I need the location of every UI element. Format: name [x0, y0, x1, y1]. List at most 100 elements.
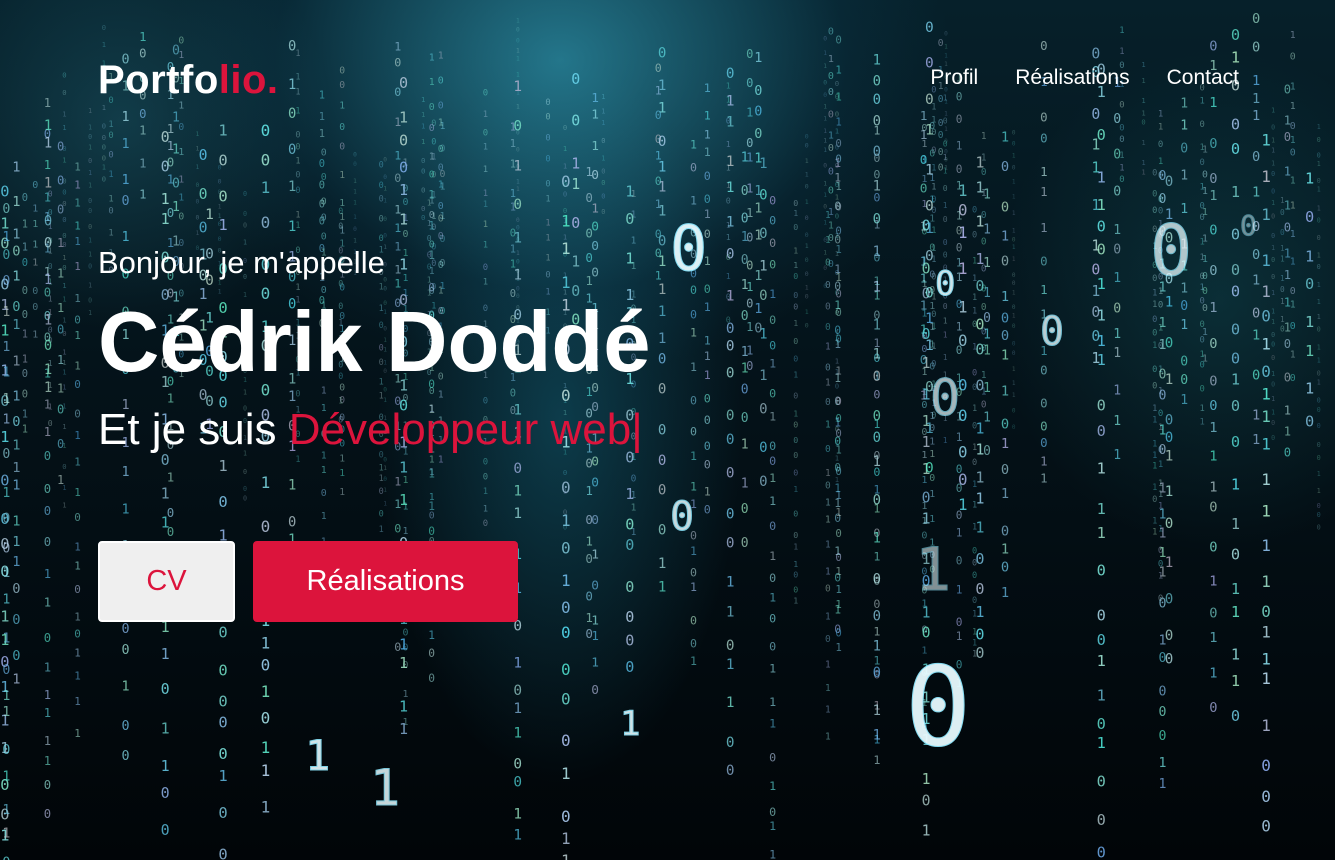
svg-text:1: 1: [1290, 300, 1296, 311]
svg-text:1: 1: [1012, 244, 1016, 251]
svg-text:0: 0: [1119, 175, 1124, 185]
svg-text:1: 1: [399, 697, 408, 715]
svg-text:0: 0: [690, 614, 697, 628]
svg-text:1: 1: [1159, 507, 1167, 522]
svg-text:1: 1: [88, 251, 92, 259]
svg-text:0: 0: [625, 516, 634, 534]
svg-text:0: 0: [769, 519, 776, 533]
svg-text:0: 0: [22, 285, 28, 297]
svg-text:0: 0: [218, 804, 227, 822]
svg-text:1: 1: [74, 646, 81, 659]
svg-text:0: 0: [438, 163, 444, 174]
svg-text:1: 1: [545, 219, 550, 229]
nav-link-realisations[interactable]: Réalisations: [1015, 66, 1129, 89]
svg-text:1: 1: [625, 485, 634, 503]
svg-text:1: 1: [1305, 169, 1314, 187]
svg-text:1: 1: [929, 437, 935, 448]
svg-text:1: 1: [1317, 281, 1321, 289]
svg-text:1: 1: [161, 645, 170, 663]
svg-text:0: 0: [62, 188, 66, 197]
svg-text:1: 1: [1097, 524, 1106, 542]
svg-text:1: 1: [1284, 425, 1291, 439]
svg-text:0: 0: [793, 271, 798, 281]
svg-text:1: 1: [1012, 210, 1016, 217]
svg-text:1: 1: [12, 477, 20, 493]
svg-text:0: 0: [793, 508, 798, 518]
cv-button[interactable]: CV: [98, 541, 235, 622]
svg-text:1: 1: [741, 361, 749, 376]
svg-text:1: 1: [513, 483, 522, 499]
svg-text:0: 0: [793, 290, 798, 300]
svg-text:0: 0: [57, 323, 64, 337]
svg-text:0: 0: [823, 203, 827, 210]
svg-text:0: 0: [74, 378, 81, 391]
svg-text:0: 0: [981, 237, 987, 248]
svg-text:1: 1: [122, 679, 130, 694]
nav-link-contact[interactable]: Contact: [1167, 66, 1239, 89]
svg-text:1: 1: [1231, 476, 1240, 494]
svg-text:1: 1: [2, 340, 10, 355]
svg-text:0: 0: [835, 627, 841, 640]
svg-text:1: 1: [1097, 168, 1106, 186]
svg-text:0: 0: [943, 183, 948, 193]
svg-text:0: 0: [383, 174, 387, 181]
nav-link-profil[interactable]: Profil: [930, 66, 978, 89]
svg-text:1: 1: [793, 208, 798, 218]
svg-text:1: 1: [690, 326, 697, 340]
svg-text:0: 0: [2, 743, 10, 758]
svg-text:1: 1: [44, 313, 52, 329]
svg-text:0: 0: [379, 194, 384, 204]
svg-text:0: 0: [670, 494, 694, 540]
svg-text:1: 1: [483, 505, 488, 515]
svg-text:0: 0: [321, 172, 327, 183]
svg-text:0: 0: [1152, 315, 1157, 325]
nav-item-contact: Contact: [1167, 66, 1239, 90]
svg-text:1: 1: [1159, 633, 1167, 648]
svg-text:0: 0: [563, 508, 567, 517]
svg-text:0: 0: [321, 488, 327, 499]
svg-text:1: 1: [1261, 536, 1271, 555]
svg-text:1: 1: [1290, 229, 1296, 240]
svg-text:1: 1: [122, 465, 130, 480]
svg-text:0: 0: [769, 805, 776, 819]
svg-text:1: 1: [196, 164, 200, 171]
svg-text:1: 1: [1209, 300, 1217, 316]
svg-text:0: 0: [1113, 184, 1121, 199]
svg-text:0: 0: [1152, 190, 1157, 200]
hero-role-typed: Développeur web: [288, 405, 632, 454]
svg-text:0: 0: [32, 286, 38, 297]
svg-text:1: 1: [1159, 424, 1167, 439]
svg-text:0: 0: [383, 232, 387, 239]
svg-text:1: 1: [12, 227, 20, 243]
svg-text:1: 1: [975, 468, 984, 486]
svg-text:0: 0: [1012, 237, 1016, 244]
svg-text:1: 1: [591, 201, 599, 216]
realisations-button[interactable]: Réalisations: [253, 541, 518, 622]
svg-text:1: 1: [1200, 350, 1205, 360]
svg-text:1: 1: [22, 242, 28, 254]
svg-text:0: 0: [741, 184, 749, 199]
svg-text:1: 1: [483, 220, 488, 230]
svg-text:1: 1: [1261, 334, 1271, 353]
svg-text:0: 0: [563, 180, 567, 189]
svg-text:1: 1: [1113, 384, 1121, 399]
svg-text:1: 1: [835, 243, 841, 256]
svg-text:1: 1: [835, 565, 841, 578]
svg-text:0: 0: [1001, 560, 1009, 576]
svg-text:0: 0: [793, 391, 798, 401]
svg-text:1: 1: [353, 199, 357, 206]
svg-text:0: 0: [44, 338, 52, 354]
svg-text:1: 1: [769, 357, 776, 371]
svg-text:1: 1: [769, 717, 776, 731]
svg-text:0: 0: [793, 467, 798, 477]
svg-text:1: 1: [631, 502, 637, 513]
svg-text:1: 1: [74, 260, 81, 273]
svg-text:0: 0: [825, 634, 831, 645]
svg-text:1: 1: [12, 268, 20, 284]
logo[interactable]: Portfolio.: [98, 58, 279, 103]
svg-text:0: 0: [1317, 234, 1321, 242]
svg-text:1: 1: [1271, 244, 1275, 252]
svg-text:0: 0: [161, 784, 170, 802]
svg-text:0: 0: [1159, 169, 1167, 184]
svg-text:0: 0: [920, 182, 928, 197]
